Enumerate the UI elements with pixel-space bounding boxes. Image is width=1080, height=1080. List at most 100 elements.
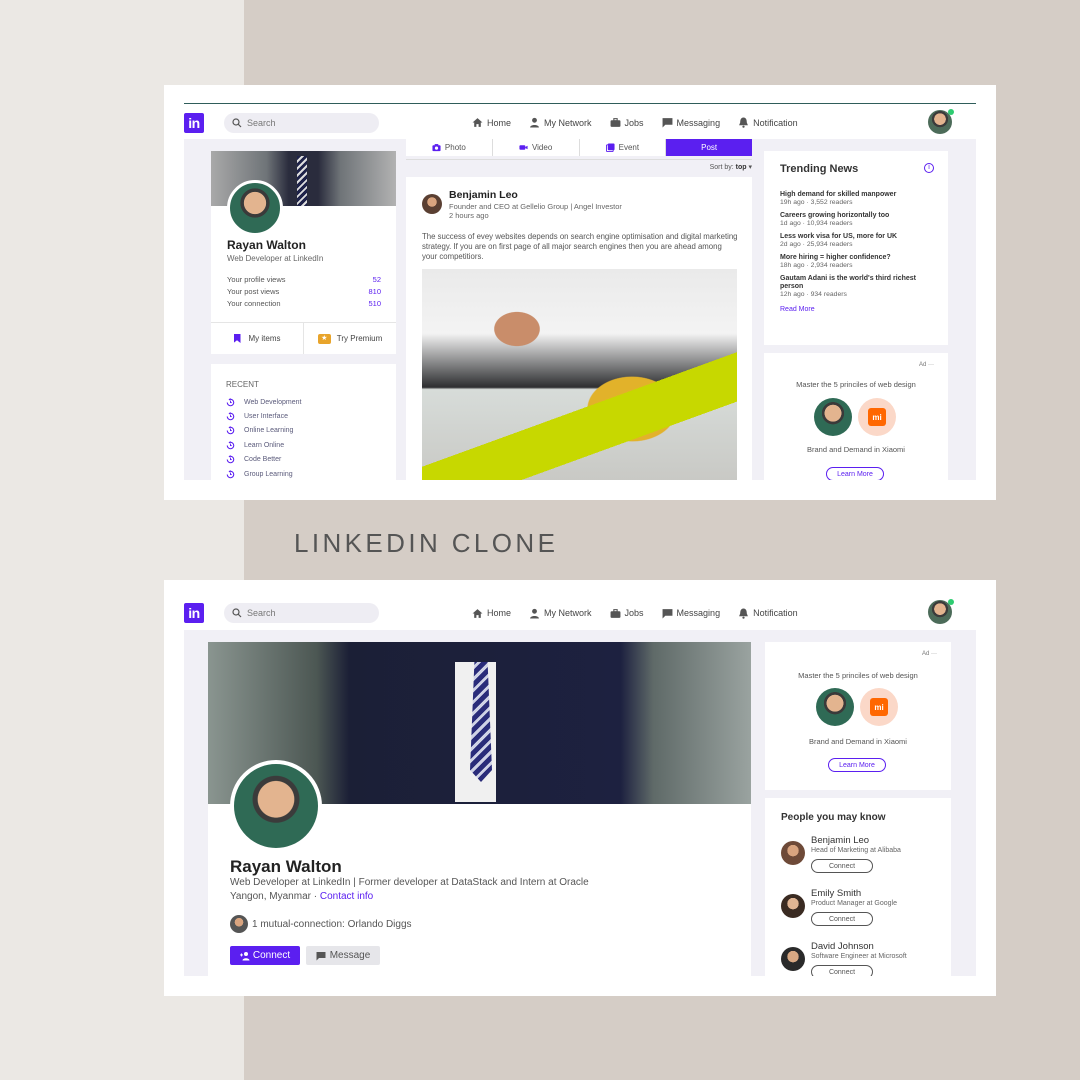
post-author-name[interactable]: Benjamin Leo [449, 189, 518, 201]
stat-connection[interactable]: Your connection 510 [227, 299, 381, 308]
trending-item[interactable]: High demand for skilled manpower 19h ago … [780, 191, 932, 206]
nav-notification[interactable]: Notification [738, 594, 798, 632]
person-subtitle: Product Manager at Google [811, 900, 897, 907]
profile-avatar[interactable] [230, 760, 322, 852]
info-icon[interactable]: i [924, 163, 934, 173]
home-icon [472, 118, 483, 127]
person-connect-button[interactable]: Connect [811, 859, 873, 873]
nav-notification[interactable]: Notification [738, 104, 798, 141]
profile-avatar[interactable] [227, 180, 283, 236]
nav-my-network[interactable]: My Network [529, 104, 592, 141]
mutual-text: 1 mutual-connection: Orlando Diggs [252, 918, 412, 930]
sort-label: Sort by: [709, 164, 734, 171]
nav-home-label: Home [487, 117, 512, 128]
contact-info-link[interactable]: Contact info [320, 891, 373, 902]
person-avatar[interactable] [781, 947, 805, 971]
recent-card: RECENT Web Development User Interface On… [211, 364, 396, 480]
recent-item[interactable]: Learn Online [226, 438, 381, 452]
recent-label: Online Learning [244, 427, 294, 435]
stat-value: 810 [368, 287, 381, 296]
tab-video[interactable]: Video [493, 139, 580, 156]
post-time: 2 hours ago [449, 211, 489, 220]
trending-item-meta: 18h ago · 2,934 readers [780, 262, 853, 269]
trending-item-title: Gautam Adani is the world's third riches… [780, 275, 916, 290]
recent-item[interactable]: Group Learning [226, 467, 381, 480]
stat-value: 52 [372, 275, 381, 284]
learn-more-button[interactable]: Learn More [828, 758, 886, 772]
nav-jobs[interactable]: Jobs [610, 104, 644, 141]
tab-event[interactable]: Event [580, 139, 667, 156]
search-input[interactable]: Search [224, 603, 379, 623]
recent-item[interactable]: User Interface [226, 409, 381, 423]
nav-jobs[interactable]: Jobs [610, 594, 644, 632]
try-premium-button[interactable]: ★ Try Premium [304, 323, 396, 354]
people-icon [530, 117, 539, 128]
person-name[interactable]: Emily Smith [811, 888, 935, 899]
search-placeholder: Search [247, 117, 276, 128]
trending-list: High demand for skilled manpower 19h ago … [780, 191, 932, 298]
ad-label[interactable]: Ad ··· [922, 651, 937, 657]
my-items-label: My items [248, 334, 281, 343]
cover-tie-detail [470, 662, 492, 782]
message-button[interactable]: Message [306, 946, 380, 965]
person-subtitle: Head of Marketing at Alibaba [811, 847, 901, 854]
search-icon [232, 608, 242, 618]
feed-content: Rayan Walton Web Developer at LinkedIn Y… [184, 139, 976, 480]
trending-item[interactable]: Less work visa for US, more for UK 2d ago… [780, 233, 932, 248]
feed-screenshot: in Search Home My Network Jobs Messaging… [164, 85, 996, 500]
nav-home-label: Home [487, 608, 512, 618]
trending-item-title: High demand for skilled manpower [780, 191, 897, 198]
connect-button[interactable]: Connect [230, 946, 300, 965]
connect-label: Connect [252, 950, 291, 961]
post-author-avatar[interactable] [422, 194, 442, 214]
person-avatar[interactable] [781, 841, 805, 865]
learn-more-button[interactable]: Learn More [826, 467, 884, 480]
try-premium-label: Try Premium [336, 334, 383, 343]
person-avatar[interactable] [781, 894, 805, 918]
person-name[interactable]: Benjamin Leo [811, 835, 935, 846]
profile-name[interactable]: Rayan Walton [227, 238, 306, 252]
person-connect-button[interactable]: Connect [811, 965, 873, 976]
post-image[interactable] [422, 269, 737, 480]
linkedin-logo[interactable]: in [184, 603, 204, 623]
recent-label: Learn Online [244, 441, 285, 449]
recent-item[interactable]: Online Learning [226, 424, 381, 438]
recent-item[interactable]: Web Development [226, 395, 381, 409]
person-connect-button[interactable]: Connect [811, 912, 873, 926]
trending-item[interactable]: Gautam Adani is the world's third riches… [780, 275, 932, 298]
linkedin-logo[interactable]: in [184, 112, 204, 133]
person-subtitle: Software Engineer at Microsoft [811, 953, 907, 960]
tab-event-label: Event [618, 143, 640, 152]
trending-item-title: Less work visa for US, more for UK [780, 233, 898, 240]
trending-item[interactable]: Careers growing horizontally too 1d ago ·… [780, 212, 932, 227]
ad-label[interactable]: Ad ··· [919, 362, 934, 368]
post-text: The success of evey websites depends on … [422, 232, 738, 261]
sort-by[interactable]: Sort by: top ▾ [406, 159, 752, 171]
xiaomi-logo: mi [870, 698, 888, 716]
user-avatar[interactable] [928, 599, 954, 624]
nav-messaging[interactable]: Messaging [662, 594, 720, 632]
stat-profile-views[interactable]: Your profile views 52 [227, 275, 381, 284]
nav-messaging[interactable]: Messaging [662, 104, 720, 141]
search-input[interactable]: Search [224, 112, 379, 133]
feed-post: Benjamin Leo Founder and CEO at Gellelio… [406, 177, 752, 480]
trending-news-card: Trending News i High demand for skilled … [764, 151, 948, 345]
stat-post-views[interactable]: Your post views 810 [227, 287, 381, 296]
trending-title: Trending News [780, 163, 859, 175]
person-name[interactable]: David Johnson [811, 941, 935, 952]
nav-home[interactable]: Home [472, 104, 511, 141]
user-avatar[interactable] [928, 109, 954, 134]
trending-item[interactable]: More hiring = higher confidence? 18h ago … [780, 254, 932, 269]
nav-my-network[interactable]: My Network [529, 594, 592, 632]
stat-label: Your connection [227, 299, 281, 308]
my-items-button[interactable]: My items [211, 323, 304, 354]
mutual-connection[interactable]: 1 mutual-connection: Orlando Diggs [230, 915, 412, 933]
tab-post[interactable]: Post [666, 139, 752, 156]
tab-photo[interactable]: Photo [406, 139, 493, 156]
read-more-link[interactable]: Read More [780, 306, 932, 313]
nav-home[interactable]: Home [467, 594, 516, 637]
ad-brand-avatar: mi [858, 398, 896, 436]
recent-heading: RECENT [226, 380, 259, 389]
recent-item[interactable]: Code Better [226, 453, 381, 467]
recent-label: Group Learning [244, 470, 293, 478]
